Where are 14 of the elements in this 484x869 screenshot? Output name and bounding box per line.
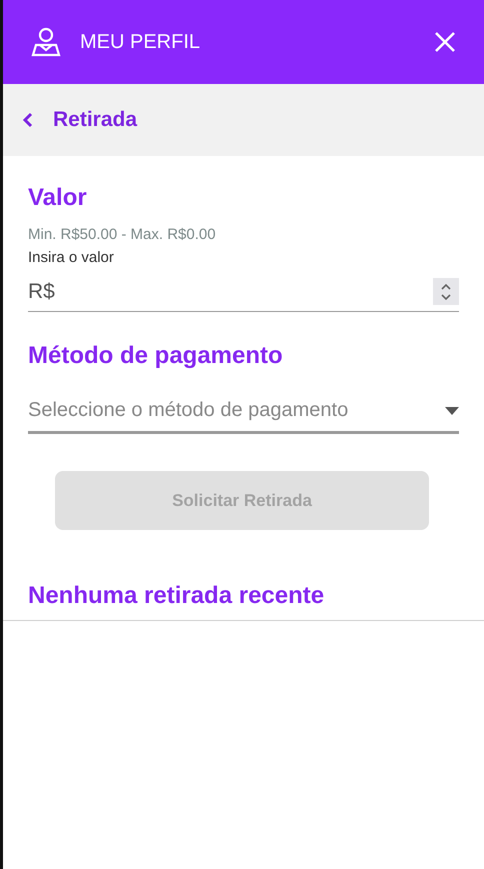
amount-field[interactable]: R$ [28,272,459,312]
limits-text: Min. R$50.00 - Max. R$0.00 [28,226,217,243]
close-icon[interactable] [434,31,456,53]
back-icon[interactable] [21,111,35,129]
section-heading: Valor [28,184,88,212]
section-heading: Nenhuma retirada recente [28,582,326,611]
caret-icon [445,406,459,414]
profile-icon [30,27,62,57]
payment-select[interactable]: Seleccione o método de pagamento [28,390,459,434]
section-heading: Método de pagamento [28,342,284,370]
page-title: Retirada [53,108,138,132]
stepper-icon[interactable] [433,278,459,305]
field-label: Insira o valor [28,249,115,266]
header-title: MEU PERFIL [80,30,202,54]
